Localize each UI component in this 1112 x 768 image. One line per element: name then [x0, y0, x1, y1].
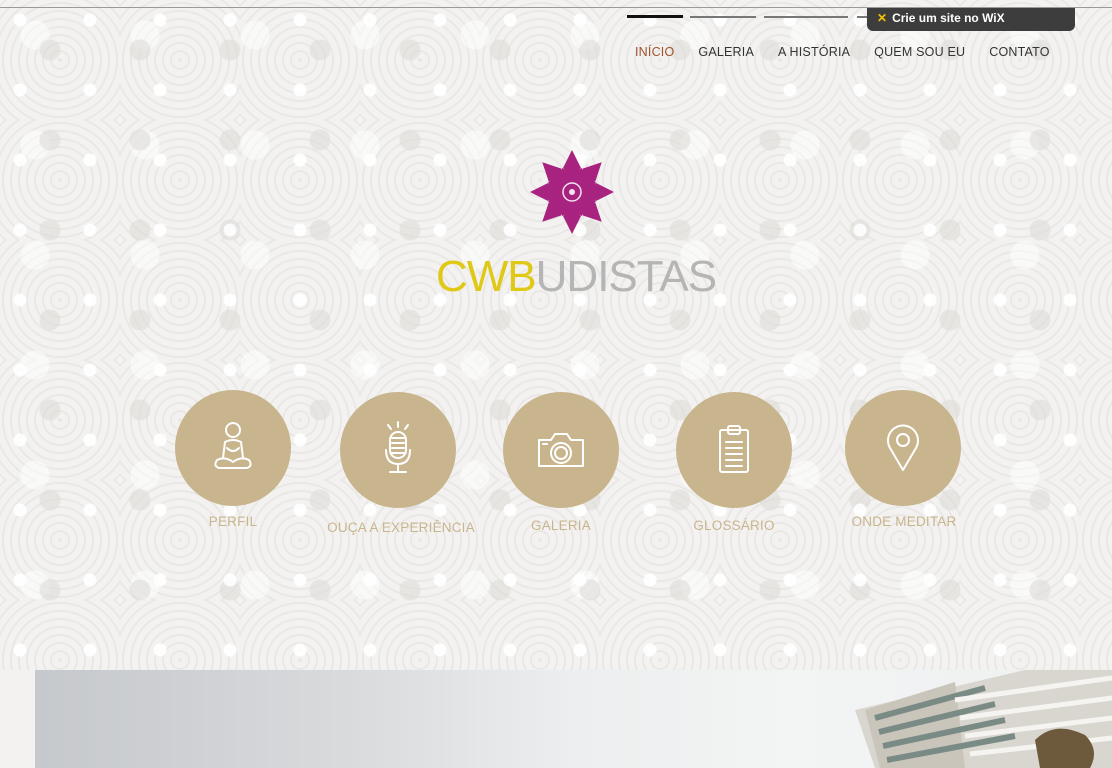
wix-x-icon: ✕ — [877, 11, 888, 25]
galeria-label[interactable]: GALERIA — [511, 518, 611, 533]
site-logo-text[interactable]: CWBUDISTAS — [436, 252, 717, 302]
nav-item-inicio[interactable]: INÍCIO — [635, 45, 674, 59]
logo-text-part2: UDISTAS — [535, 252, 717, 301]
main-nav: INÍCIO GALERIA A HISTÓRIA QUEM SOU EU CO… — [635, 45, 1074, 59]
logo-text-part1: CWB — [436, 252, 537, 301]
wix-badge-label: Crie um site no WiX — [892, 11, 1005, 25]
clipboard-icon — [719, 425, 749, 473]
perfil-button[interactable] — [175, 390, 291, 506]
glossario-label[interactable]: GLOSSÁRIO — [676, 518, 792, 533]
galeria-button[interactable] — [503, 392, 619, 508]
slider-dot-2[interactable] — [690, 16, 756, 18]
map-pin-icon — [887, 424, 919, 471]
ouca-a-experiencia-button[interactable] — [340, 392, 456, 508]
wix-promo-badge[interactable]: ✕ Crie um site no WiX — [867, 8, 1075, 31]
onde-meditar-button[interactable] — [845, 390, 961, 506]
nav-item-quem-sou-eu[interactable]: QUEM SOU EU — [874, 45, 965, 59]
camera-icon — [538, 433, 584, 467]
microphone-icon — [385, 421, 411, 473]
nav-item-a-historia[interactable]: A HISTÓRIA — [778, 45, 850, 59]
slider-dot-1[interactable] — [627, 15, 683, 18]
meditating-person-icon — [214, 422, 252, 469]
building-photo — [855, 670, 1112, 768]
slider-dot-4[interactable] — [857, 16, 867, 18]
slider-dot-3[interactable] — [764, 16, 848, 18]
ouca-a-experiencia-label[interactable]: OUÇA A EXPERIÊNCIA — [322, 520, 480, 535]
nav-item-contato[interactable]: CONTATO — [989, 45, 1049, 59]
background-pattern — [0, 0, 1112, 670]
glossario-button[interactable] — [676, 392, 792, 508]
lotus-flower-icon — [528, 148, 616, 236]
hero-photo — [35, 670, 1112, 768]
nav-item-galeria[interactable]: GALERIA — [698, 45, 754, 59]
perfil-label[interactable]: PERFIL — [183, 514, 283, 529]
onde-meditar-label[interactable]: ONDE MEDITAR — [834, 514, 974, 529]
